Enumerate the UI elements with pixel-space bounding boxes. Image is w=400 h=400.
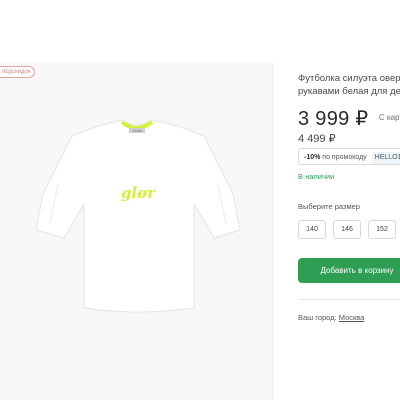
price-row: 3 999 ₽ С картой (298, 106, 400, 131)
discount-badge: подскидок (0, 66, 36, 78)
product-title-line1: Футболка силуэта овер (298, 73, 400, 84)
promo-text: по промокоду (322, 154, 367, 161)
promo-discount: -10% (304, 154, 321, 161)
city-link[interactable]: Москва (339, 313, 365, 322)
print-logo: glør (121, 184, 156, 202)
section-divider (298, 299, 400, 300)
promo-block: -10% по промокоду HELLO10 (298, 148, 400, 165)
product-title: Футболка силуэта овер рукавами белая для… (298, 72, 400, 98)
stock-status: В наличии (298, 172, 335, 181)
add-to-cart-button[interactable]: Добавить в корзину (298, 258, 400, 283)
card-price-note: С картой (378, 113, 400, 122)
size-option-146[interactable]: 146 (333, 220, 361, 239)
old-price: 4 499 ₽ (298, 133, 336, 145)
brand-tag-text: Gloria (132, 129, 141, 133)
city-label: Ваш город: (298, 313, 337, 322)
current-price: 3 999 ₽ (298, 108, 369, 130)
panel-divider (272, 63, 273, 400)
size-selector: 140 146 152 (298, 220, 396, 239)
size-option-140[interactable]: 140 (298, 220, 326, 239)
promo-code[interactable]: HELLO10 (371, 152, 400, 164)
size-label: Выберите размер (298, 202, 360, 211)
size-option-152[interactable]: 152 (368, 220, 396, 239)
city-selector: Ваш город: Москва (298, 313, 364, 322)
product-title-line2: рукавами белая для де (298, 86, 400, 97)
tshirt-image: Gloria glør (35, 119, 241, 313)
